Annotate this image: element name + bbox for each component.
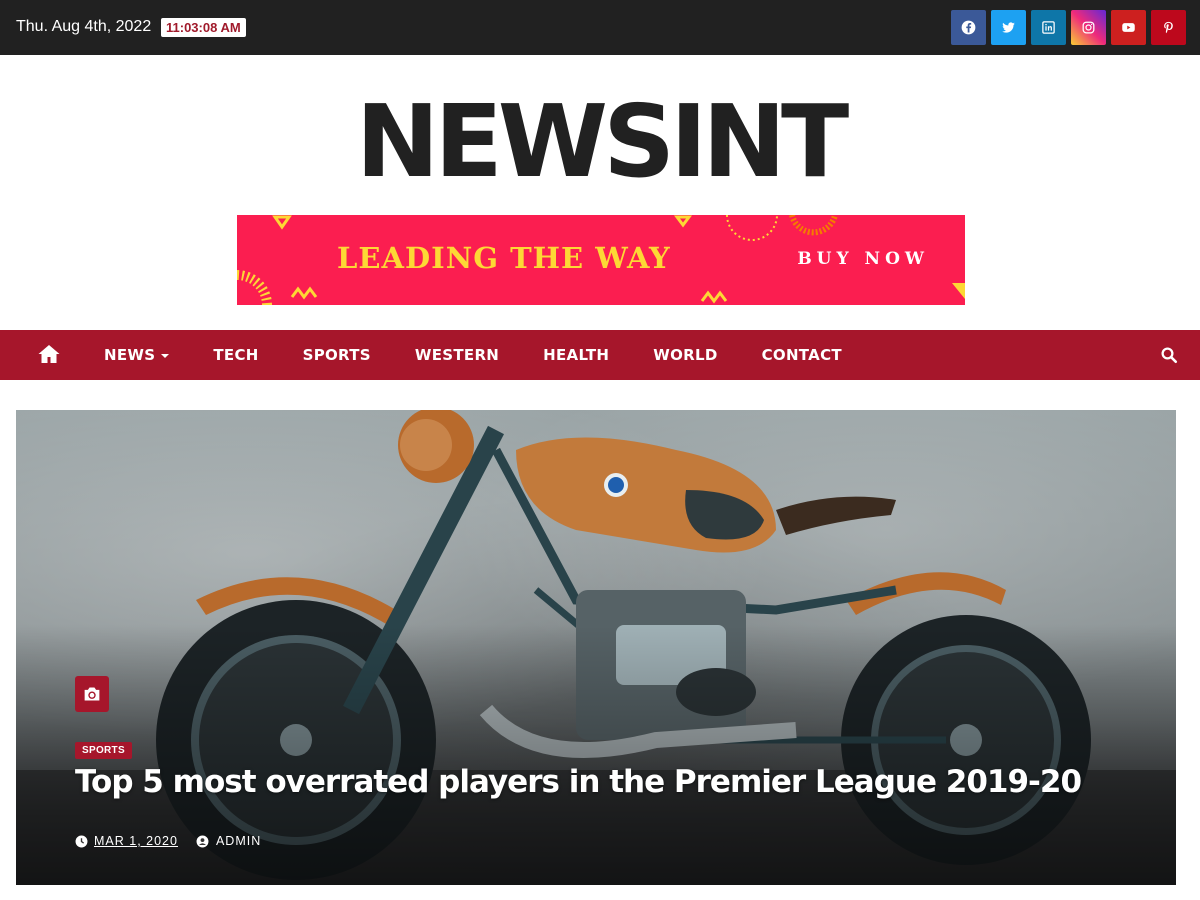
clock-icon bbox=[75, 835, 88, 847]
camera-badge bbox=[75, 676, 109, 712]
buy-now-button[interactable]: BUY NOW bbox=[797, 249, 929, 269]
post-meta: MAR 1, 2020 ADMIN bbox=[75, 834, 261, 848]
instagram-link[interactable] bbox=[1071, 10, 1106, 45]
camera-icon bbox=[84, 687, 100, 701]
featured-post[interactable]: SPORTS Top 5 most overrated players in t… bbox=[16, 410, 1176, 885]
site-logo[interactable]: NEWSINT bbox=[0, 82, 1200, 202]
current-date: Thu. Aug 4th, 2022 bbox=[16, 18, 152, 35]
pinterest-icon bbox=[1164, 21, 1173, 34]
category-badge[interactable]: SPORTS bbox=[75, 742, 132, 759]
user-icon bbox=[196, 835, 209, 847]
social-links bbox=[951, 10, 1186, 45]
nav-item-tech[interactable]: TECH bbox=[191, 346, 280, 364]
nav-menu: NEWS TECH SPORTS WESTERN HEALTH WORLD CO… bbox=[82, 330, 864, 380]
youtube-icon bbox=[1122, 23, 1135, 32]
post-author[interactable]: ADMIN bbox=[216, 834, 261, 848]
caret-down-icon bbox=[161, 353, 170, 358]
banner-headline: LEADING THE WAY bbox=[337, 241, 671, 275]
youtube-link[interactable] bbox=[1111, 10, 1146, 45]
linkedin-link[interactable] bbox=[1031, 10, 1066, 45]
home-icon[interactable] bbox=[37, 342, 61, 366]
nav-item-contact[interactable]: CONTACT bbox=[740, 346, 864, 364]
pinterest-link[interactable] bbox=[1151, 10, 1186, 45]
ad-banner[interactable]: LEADING THE WAY BUY NOW bbox=[237, 215, 965, 305]
linkedin-icon bbox=[1042, 21, 1055, 34]
search-icon[interactable] bbox=[1160, 346, 1178, 364]
current-time: 11:03:08 AM bbox=[161, 18, 246, 37]
nav-item-news[interactable]: NEWS bbox=[82, 346, 191, 364]
post-date[interactable]: MAR 1, 2020 bbox=[94, 834, 178, 848]
main-nav: NEWS TECH SPORTS WESTERN HEALTH WORLD CO… bbox=[0, 330, 1200, 380]
nav-item-sports[interactable]: SPORTS bbox=[281, 346, 393, 364]
nav-item-western[interactable]: WESTERN bbox=[393, 346, 521, 364]
nav-item-world[interactable]: WORLD bbox=[631, 346, 739, 364]
facebook-icon bbox=[961, 20, 976, 35]
facebook-link[interactable] bbox=[951, 10, 986, 45]
nav-item-health[interactable]: HEALTH bbox=[521, 346, 631, 364]
top-bar: Thu. Aug 4th, 2022 11:03:08 AM bbox=[0, 0, 1200, 55]
nav-item-label: NEWS bbox=[104, 346, 156, 364]
twitter-link[interactable] bbox=[991, 10, 1026, 45]
twitter-icon bbox=[1002, 22, 1015, 33]
post-title[interactable]: Top 5 most overrated players in the Prem… bbox=[75, 764, 1082, 800]
instagram-icon bbox=[1082, 21, 1095, 34]
